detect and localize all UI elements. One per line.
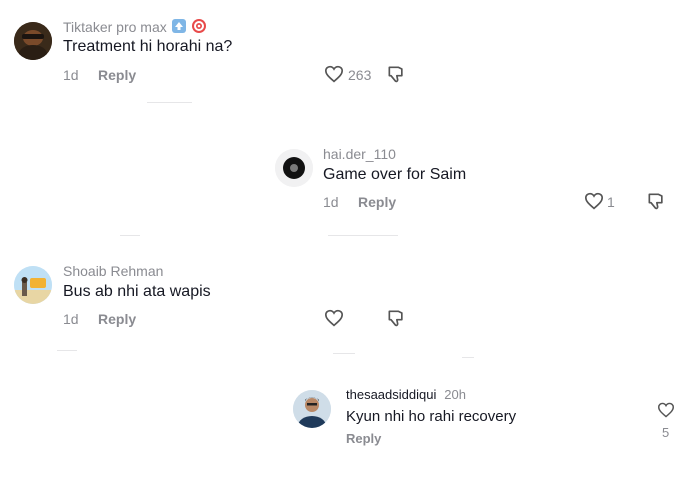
comment-4: thesaadsiddiqui 20h Kyun nhi ho rahi rec… [0,0,680,460]
username-text: thesaadsiddiqui [346,387,437,402]
comment-username[interactable]: thesaadsiddiqui 20h [346,386,466,402]
like-count: 5 [662,425,670,440]
avatar-image [293,390,331,428]
avatar[interactable] [293,390,331,428]
comment-time: 20h [444,387,466,402]
comment-text: Kyun nhi ho rahi recovery [346,408,517,425]
reply-button[interactable]: Reply [346,431,381,446]
heart-outline-icon[interactable] [657,402,675,418]
